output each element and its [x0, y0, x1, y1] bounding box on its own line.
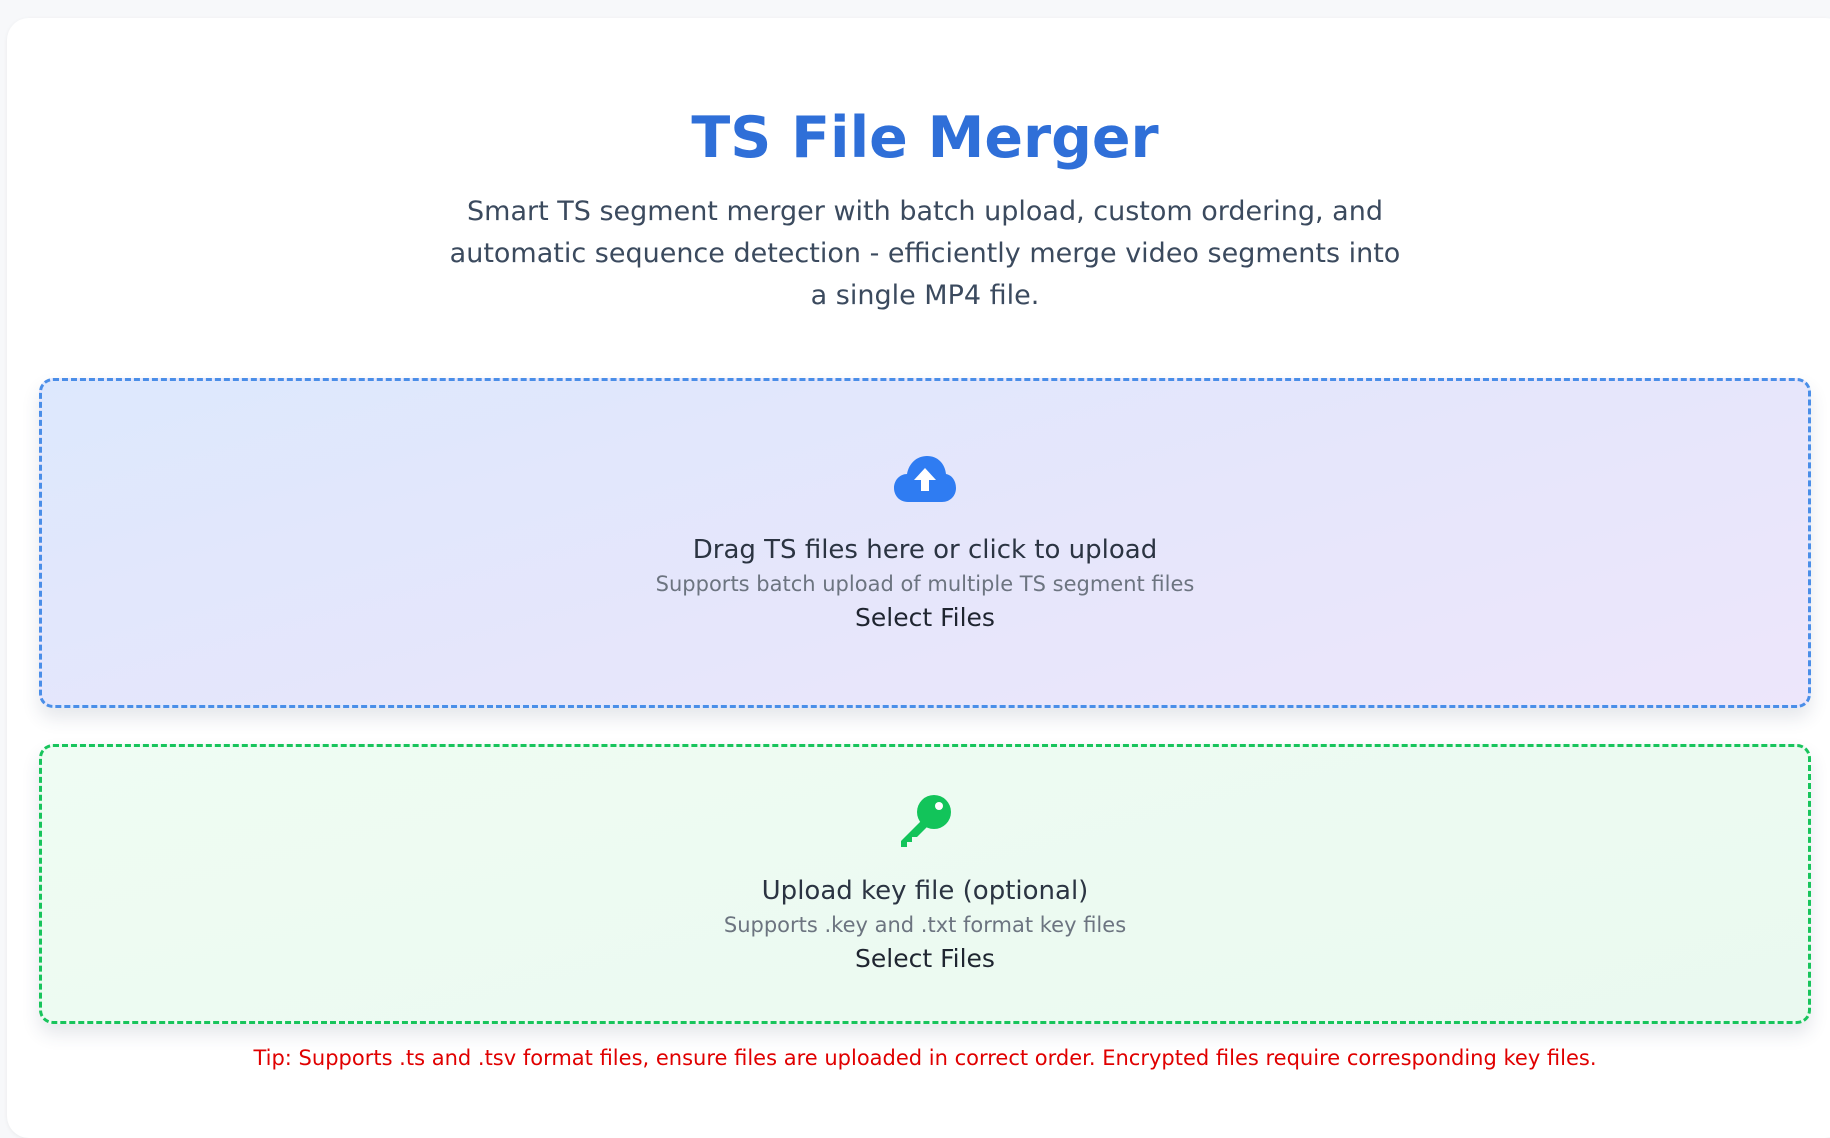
tip-text: Tip: Supports .ts and .tsv format files,… — [253, 1046, 1597, 1070]
key-select-files-button[interactable]: Select Files — [855, 942, 995, 976]
key-icon — [901, 795, 951, 847]
ts-upload-title: Drag TS files here or click to upload — [692, 535, 1158, 565]
cloud-upload-icon — [894, 456, 956, 502]
key-upload-title: Upload key file (optional) — [761, 876, 1089, 906]
ts-upload-hint: Supports batch upload of multiple TS seg… — [655, 572, 1195, 596]
ts-upload-dropzone[interactable]: Drag TS files here or click to upload Su… — [39, 378, 1811, 708]
page-subtitle: Smart TS segment merger with batch uploa… — [449, 196, 1401, 311]
page-title: TS File Merger — [691, 105, 1159, 171]
main-card: TS File Merger Smart TS segment merger w… — [7, 18, 1830, 1138]
key-upload-hint: Supports .key and .txt format key files — [723, 913, 1127, 937]
ts-select-files-button[interactable]: Select Files — [855, 601, 995, 635]
key-upload-dropzone[interactable]: Upload key file (optional) Supports .key… — [39, 744, 1811, 1024]
